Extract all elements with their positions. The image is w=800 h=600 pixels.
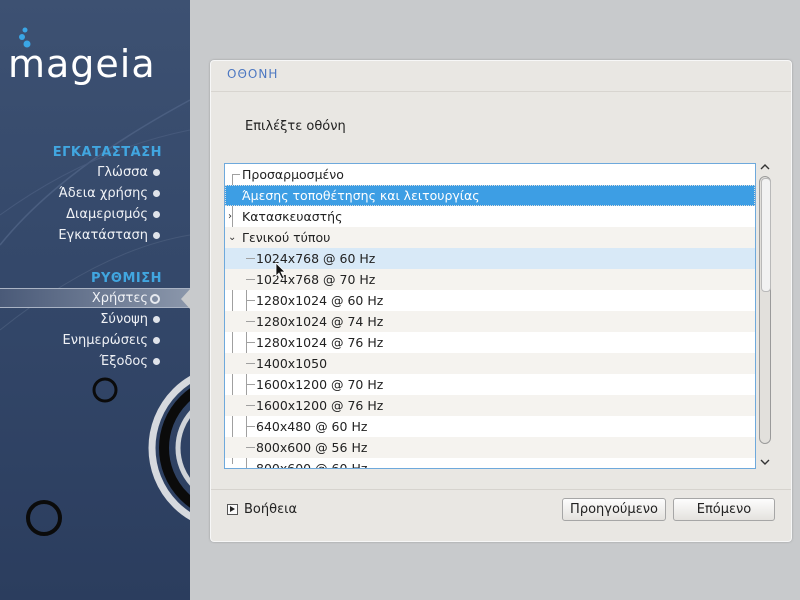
- nav-item-users: Χρήστες: [0, 288, 190, 308]
- decor-circle-bottom: [26, 500, 62, 536]
- nav-item-updates: Ενημερώσεις: [0, 331, 190, 351]
- nav-item-label: Εγκατάσταση: [58, 228, 148, 243]
- bottom-divider: [211, 489, 791, 490]
- sidebar: mageia ΕΓΚΑΤΑΣΤΑΣΗ Γλώσσα Άδεια χρήσης Δ…: [0, 0, 190, 600]
- tree-item-resolution[interactable]: 1024x768 @ 70 Hz: [225, 269, 755, 290]
- tree-item-resolution[interactable]: 800x600 @ 56 Hz: [225, 437, 755, 458]
- tree-item-resolution[interactable]: 800x600 @ 60 Hz: [225, 458, 755, 469]
- tree-item-resolution[interactable]: 640x480 @ 60 Hz: [225, 416, 755, 437]
- tree-item-label: 640x480 @ 60 Hz: [256, 419, 368, 434]
- tree-item-resolution[interactable]: 1280x1024 @ 60 Hz: [225, 290, 755, 311]
- monitor-tree-list[interactable]: Προσαρμοσμένο Άμεσης τοποθέτησης και λει…: [224, 163, 756, 469]
- nav-item-label: Γλώσσα: [97, 165, 148, 180]
- tree-item-resolution[interactable]: 1400x1050: [225, 353, 755, 374]
- tree-item-label: 1600x1200 @ 70 Hz: [256, 377, 384, 392]
- choose-monitor-prompt: Επιλέξτε οθόνη: [245, 119, 346, 134]
- nav-item-license: Άδεια χρήσης: [0, 184, 190, 204]
- active-step-notch: [181, 288, 191, 310]
- tree-item-resolution[interactable]: 1024x768 @ 60 Hz: [225, 248, 755, 269]
- tree-item-label: 1280x1024 @ 74 Hz: [256, 314, 384, 329]
- tree-item-resolution[interactable]: 1280x1024 @ 76 Hz: [225, 332, 755, 353]
- expand-arrow-icon[interactable]: ›: [228, 206, 232, 227]
- title-divider: [211, 91, 791, 92]
- step-dot-icon: [153, 190, 160, 197]
- nav-item-label: Έξοδος: [99, 354, 148, 369]
- help-label: Βοήθεια: [244, 502, 298, 517]
- tree-item-resolution[interactable]: 1600x1200 @ 70 Hz: [225, 374, 755, 395]
- tree-item-label: 1280x1024 @ 60 Hz: [256, 293, 384, 308]
- tree-item-generic[interactable]: ⌄ Γενικού τύπου: [225, 227, 755, 248]
- chevron-up-icon[interactable]: [758, 162, 772, 176]
- section-title-install: ΕΓΚΑΤΑΣΤΑΣΗ: [52, 145, 162, 160]
- help-expander[interactable]: Βοήθεια: [227, 502, 297, 517]
- expand-triangle-icon[interactable]: [227, 504, 238, 515]
- step-dot-icon: [153, 232, 160, 239]
- tree-item-label: Άμεσης τοποθέτησης και λειτουργίας: [242, 188, 480, 203]
- nav-item-installation: Εγκατάσταση: [0, 226, 190, 246]
- tree-item-resolution[interactable]: 1600x1200 @ 76 Hz: [225, 395, 755, 416]
- tree-item-label: 800x600 @ 56 Hz: [256, 440, 368, 455]
- next-button[interactable]: Επόμενο: [673, 498, 775, 521]
- tree-item-label: Προσαρμοσμένο: [242, 167, 344, 182]
- scrollbar-thumb[interactable]: [761, 178, 771, 292]
- nav-item-label: Χρήστες: [91, 291, 148, 306]
- nav-item-partitioning: Διαμερισμός: [0, 205, 190, 225]
- tree-item-label: 1024x768 @ 60 Hz: [256, 251, 376, 266]
- step-dot-icon: [153, 316, 160, 323]
- nav-item-label: Ενημερώσεις: [62, 333, 148, 348]
- tree-item-label: Κατασκευαστής: [242, 209, 343, 224]
- tree-item-label: 1600x1200 @ 76 Hz: [256, 398, 384, 413]
- panel-title: ΟΘΟΝΗ: [227, 67, 279, 81]
- tree-item-label: 1280x1024 @ 76 Hz: [256, 335, 384, 350]
- list-scrollbar[interactable]: [759, 176, 771, 444]
- nav-item-language: Γλώσσα: [0, 163, 190, 183]
- tree-item-label: 800x600 @ 60 Hz: [256, 461, 368, 469]
- mouse-pointer-icon: [275, 262, 286, 280]
- mageia-logo: mageia: [8, 42, 156, 86]
- tree-item-label: 1400x1050: [256, 356, 328, 371]
- chevron-down-icon[interactable]: [758, 457, 772, 471]
- step-dot-icon: [153, 169, 160, 176]
- tree-item-label: 1024x768 @ 70 Hz: [256, 272, 376, 287]
- tree-item-custom[interactable]: Προσαρμοσμένο: [225, 164, 755, 185]
- current-step-ring-icon: [150, 294, 160, 304]
- step-dot-icon: [153, 337, 160, 344]
- nav-item-label: Διαμερισμός: [66, 207, 148, 222]
- step-dot-icon: [153, 358, 160, 365]
- monitor-panel: ΟΘΟΝΗ Επιλέξτε οθόνη Προσαρμοσμένο Άμεση…: [210, 60, 792, 542]
- tree-item-label: Γενικού τύπου: [242, 230, 331, 245]
- previous-button[interactable]: Προηγούμενο: [562, 498, 666, 521]
- tree-item-vendor[interactable]: › Κατασκευαστής: [225, 206, 755, 227]
- collapse-arrow-icon[interactable]: ⌄: [228, 227, 236, 248]
- nav-item-label: Άδεια χρήσης: [58, 186, 148, 201]
- tree-item-plug-and-play[interactable]: Άμεσης τοποθέτησης και λειτουργίας: [225, 185, 755, 206]
- nav-item-exit: Έξοδος: [0, 352, 190, 372]
- nav-item-label: Σύνοψη: [100, 312, 148, 327]
- decor-circle-small: [92, 377, 118, 403]
- tree-item-resolution[interactable]: 1280x1024 @ 74 Hz: [225, 311, 755, 332]
- section-title-configuration: ΡΥΘΜΙΣΗ: [90, 271, 162, 286]
- nav-item-summary: Σύνοψη: [0, 310, 190, 330]
- step-dot-icon: [153, 211, 160, 218]
